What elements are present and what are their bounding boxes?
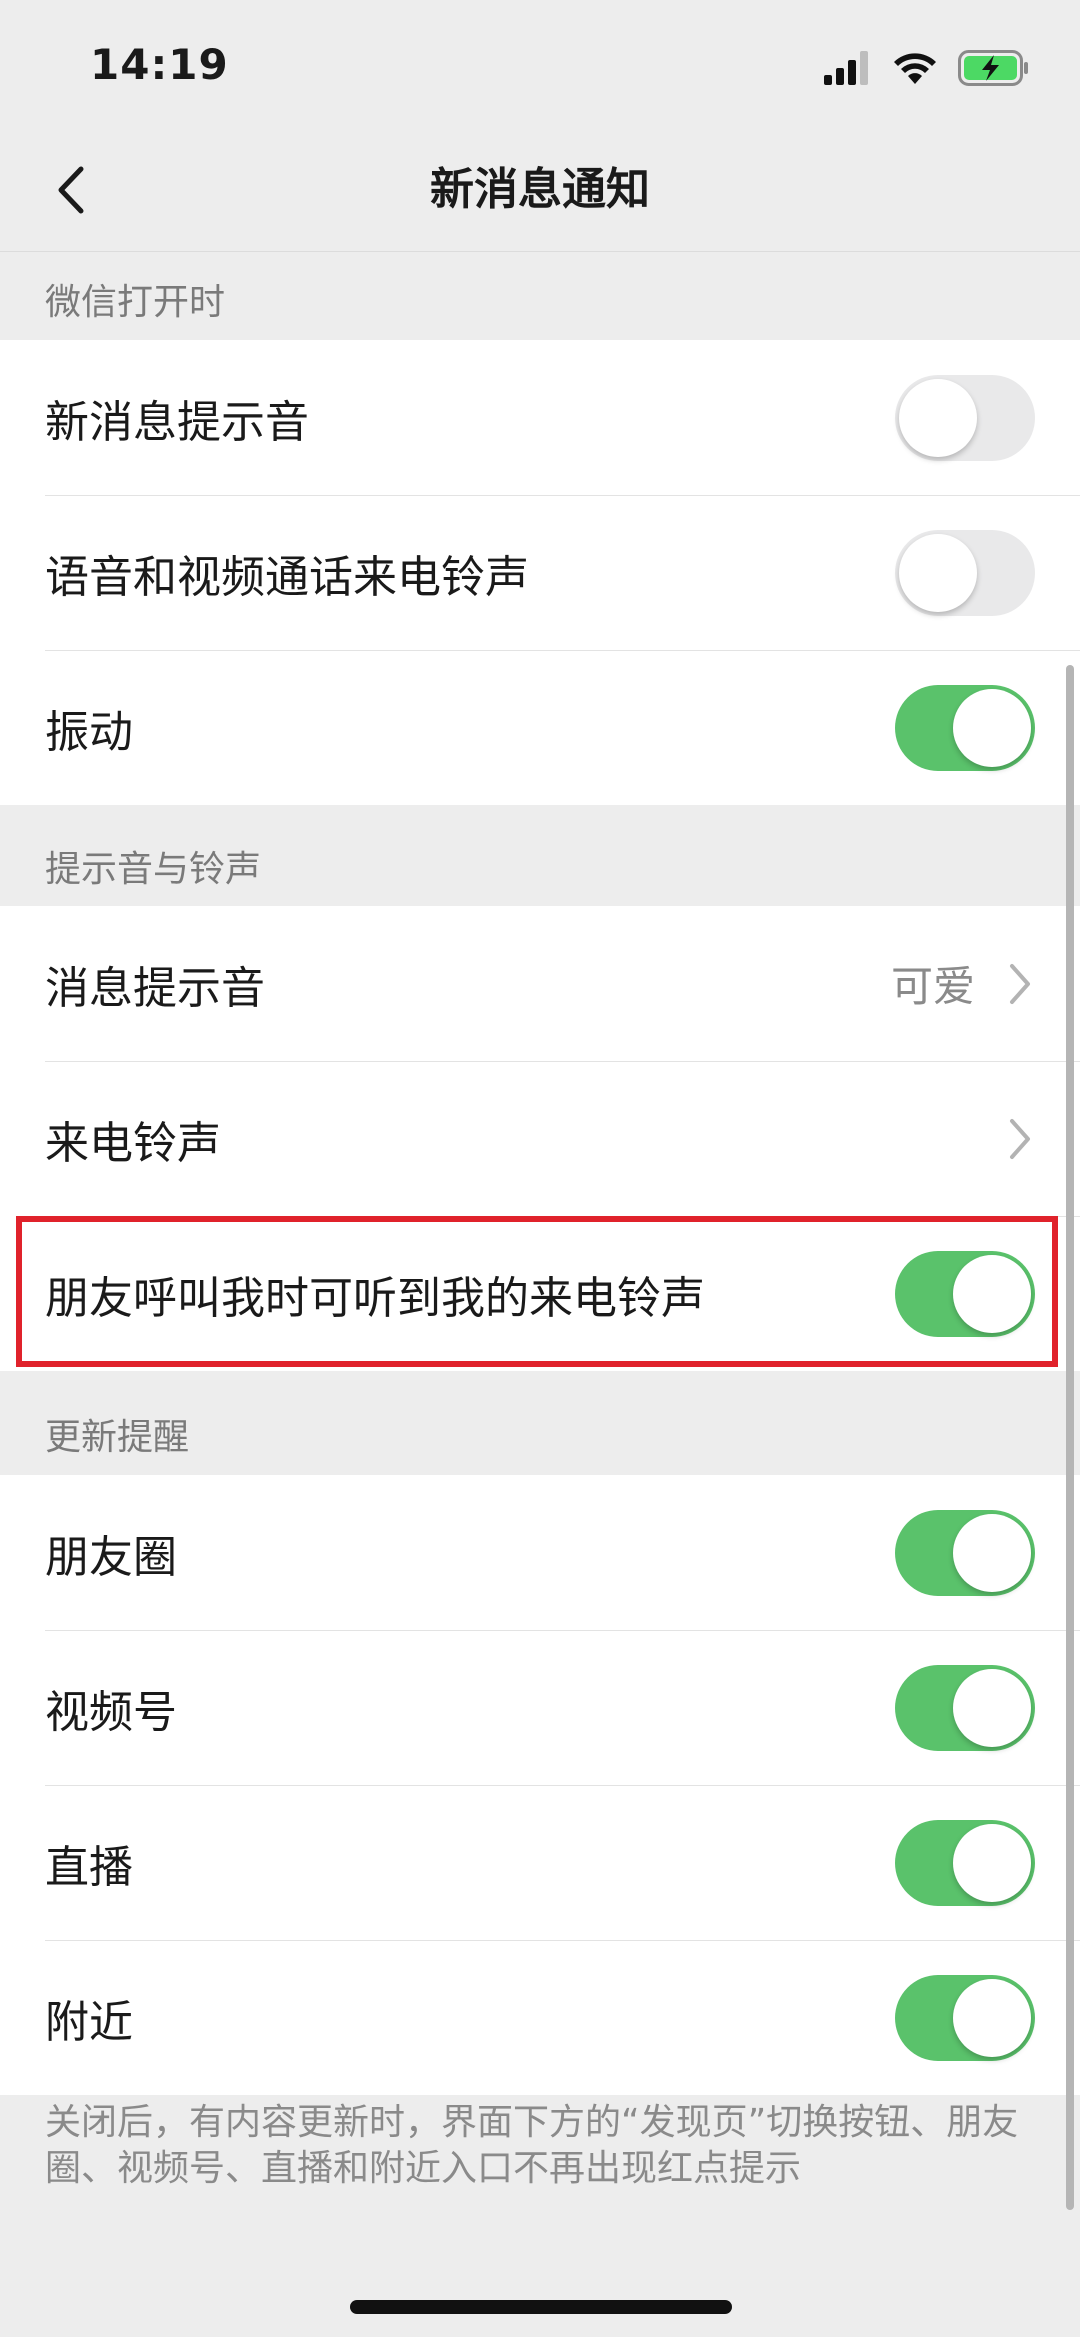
group-updates: 朋友圈 视频号 直播 附近: [0, 1475, 1080, 2095]
home-indicator[interactable]: [350, 2300, 732, 2314]
row-ringtone[interactable]: 来电铃声: [0, 1061, 1080, 1216]
friend-hear-ringtone-toggle[interactable]: [895, 1250, 1035, 1337]
chevron-right-icon: [1010, 963, 1030, 1004]
vibrate-toggle[interactable]: [895, 684, 1035, 771]
section-header-when-open: 微信打开时: [45, 282, 226, 323]
row-label: 语音和视频通话来电铃声: [45, 551, 529, 603]
row-label: 朋友圈: [45, 1531, 177, 1583]
section-header-sounds: 提示音与铃声: [45, 849, 262, 890]
message-tone-value: 可爱: [890, 962, 975, 1011]
status-time: 14:19: [90, 40, 229, 89]
page-title: 新消息通知: [430, 164, 650, 215]
row-label: 直播: [45, 1841, 133, 1893]
scrollbar[interactable]: [1066, 665, 1074, 2210]
row-label: 附近: [45, 1996, 133, 2048]
group-when-open: 新消息提示音 语音和视频通话来电铃声 振动: [0, 340, 1080, 805]
row-channels[interactable]: 视频号: [0, 1630, 1080, 1785]
channels-toggle[interactable]: [895, 1664, 1035, 1751]
live-toggle[interactable]: [895, 1819, 1035, 1906]
section-header-updates: 更新提醒: [45, 1417, 190, 1458]
status-icons: [824, 48, 1030, 88]
footnote: 关闭后，有内容更新时，界面下方的“发现页”切换按钮、朋友圈、视频号、直播和附近入…: [45, 2102, 1019, 2189]
row-label: 振动: [45, 706, 133, 758]
status-bar: 14:19: [0, 0, 1080, 130]
wifi-icon: [894, 53, 936, 84]
row-new-message-sound[interactable]: 新消息提示音: [0, 340, 1080, 495]
row-nearby[interactable]: 附近: [0, 1940, 1080, 2095]
nearby-toggle[interactable]: [895, 1974, 1035, 2061]
row-live[interactable]: 直播: [0, 1785, 1080, 1940]
row-label: 消息提示音: [45, 962, 265, 1014]
nav-bar: 新消息通知: [0, 130, 1080, 252]
cellular-signal-icon: [824, 51, 868, 85]
row-call-ringtone[interactable]: 语音和视频通话来电铃声: [0, 495, 1080, 650]
row-label: 视频号: [45, 1686, 177, 1738]
row-label: 新消息提示音: [45, 396, 309, 448]
moments-toggle[interactable]: [895, 1509, 1035, 1596]
row-message-tone[interactable]: 消息提示音 可爱: [0, 906, 1080, 1061]
row-label: 来电铃声: [45, 1117, 221, 1169]
new-message-sound-toggle[interactable]: [895, 374, 1035, 461]
row-moments[interactable]: 朋友圈: [0, 1475, 1080, 1630]
row-friend-hear-ringtone[interactable]: 朋友呼叫我时可听到我的来电铃声: [0, 1216, 1080, 1371]
group-sounds: 消息提示音 可爱 来电铃声 朋友呼叫我时可听到我的来电铃声: [0, 906, 1080, 1371]
chevron-right-icon: [1010, 1118, 1030, 1159]
row-label: 朋友呼叫我时可听到我的来电铃声: [45, 1272, 705, 1324]
call-ringtone-toggle[interactable]: [895, 529, 1035, 616]
row-vibrate[interactable]: 振动: [0, 650, 1080, 805]
battery-charging-icon: [958, 50, 1028, 86]
